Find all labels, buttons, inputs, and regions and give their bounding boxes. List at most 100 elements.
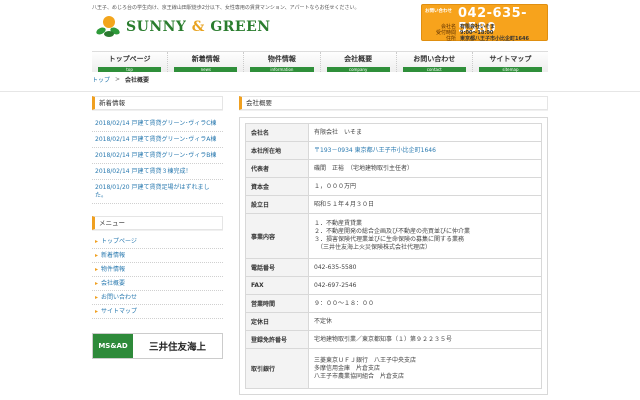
- info-row-label: 会社名: [245, 123, 309, 142]
- site-logo[interactable]: SUNNY & GREEN: [95, 16, 271, 38]
- bullet-icon: ▸: [95, 294, 99, 301]
- breadcrumb-divider: [0, 91, 640, 92]
- news-title: 戸建て賃貸グリーン･ヴィラC棟: [131, 120, 217, 127]
- contact-box: お問い合わせ 042-635-5580 会社名 有限会社いそま 受付時間 9:00～1…: [421, 4, 548, 42]
- bullet-icon: ▸: [95, 266, 99, 273]
- info-value-line: 多摩信用金庫 片倉支店: [314, 364, 381, 372]
- info-row-value: 宅地建物取引業／東京都知事（１）第９２２３５号: [308, 330, 542, 349]
- news-item[interactable]: 2018/02/14 戸建て賃貸グリーン･ヴィラA棟: [92, 132, 223, 148]
- info-row: 電話番号 042-635-5580: [245, 258, 542, 277]
- news-heading: 新着情報: [92, 96, 223, 110]
- nav-item-sublabel: company: [326, 67, 390, 72]
- company-info-table: 会社名 有限会社 いそま 本社所在地 〒193－0934 東京都八王子市小比企町164…: [245, 123, 542, 389]
- sidebar-menu-label: お問い合わせ: [101, 294, 138, 301]
- bullet-icon: ▸: [95, 238, 99, 245]
- nav-item-label: 物件情報: [267, 55, 296, 63]
- info-row-label: 資本金: [245, 177, 309, 196]
- news-item[interactable]: 2018/02/14 戸建て賃貸３棟完成！: [92, 164, 223, 180]
- nav-item-news[interactable]: 新着情報 news: [168, 52, 245, 72]
- info-row-label: 取引銀行: [245, 348, 309, 389]
- info-value-line: ９：００～１８：００: [314, 299, 375, 307]
- nav-item-sublabel: news: [174, 67, 238, 72]
- nav-item-sublabel: sitemap: [478, 67, 543, 72]
- nav-item-top[interactable]: トップページ top: [92, 52, 169, 72]
- sidebar-menu: ▸ トップページ ▸ 新着情報 ▸ 物件情報 ▸ 会社概要 ▸ お問い合わせ ▸ サイトマップ: [92, 235, 223, 319]
- info-row: 定休日 不定休: [245, 312, 542, 331]
- info-value-line: １，０００万円: [314, 182, 357, 190]
- info-value-line: ３．損害保険代理業並びに生命保険の募集に関する業務: [314, 236, 465, 243]
- news-item[interactable]: 2018/01/20 戸建て賃貸足場がはずれました。: [92, 180, 223, 204]
- info-value-line: 宅地建物取引業／東京都知事（１）第９２２３５号: [314, 335, 453, 343]
- info-row-label: 本社所在地: [245, 141, 309, 160]
- nav-item-label: トップページ: [108, 55, 151, 63]
- info-row-value: 昭和５１年４月３０日: [308, 195, 542, 214]
- breadcrumb-separator: >: [115, 76, 121, 83]
- nav-item-sitemap[interactable]: サイトマップ sitemap: [473, 52, 548, 72]
- info-value-line: ２．不動産開発の総合企画及び不動産の売買並びに仲介業: [314, 228, 471, 235]
- nav-item-label: 新着情報: [191, 55, 220, 63]
- news-date: 2018/02/14: [95, 136, 130, 143]
- insurance-banner[interactable]: MS&AD 三井住友海上: [92, 333, 223, 359]
- info-row: 資本金 １，０００万円: [245, 177, 542, 196]
- news-date: 2018/02/14: [95, 120, 130, 127]
- info-row-label: 事業内容: [245, 213, 309, 259]
- sidebar-menu-item[interactable]: ▸ 物件情報: [92, 263, 223, 277]
- info-value-line: 〒193－0934 東京都八王子市小比企町1646: [314, 146, 436, 154]
- banner-name: 三井住友海上: [148, 342, 206, 353]
- info-row-value: 042-635-5580: [308, 258, 542, 277]
- info-row-label: 営業時間: [245, 294, 309, 313]
- global-nav: トップページ top 新着情報 news 物件情報 information 会社概要 comp…: [92, 51, 548, 72]
- nav-item-sublabel: top: [98, 67, 162, 72]
- sidebar-menu-item[interactable]: ▸ 新着情報: [92, 249, 223, 263]
- news-date: 2018/02/14: [95, 168, 130, 175]
- info-row: 事業内容 １．不動産賃貸業 ２．不動産開発の総合企画及び不動産の売買並びに仲介業 ３．…: [245, 213, 542, 259]
- sidebar-menu-label: トップページ: [101, 238, 137, 245]
- nav-item-label: お問い合わせ: [413, 55, 456, 63]
- contact-label: お問い合わせ: [425, 9, 452, 14]
- sidebar-menu-item[interactable]: ▸ サイトマップ: [92, 305, 223, 319]
- nav-item-contact[interactable]: お問い合わせ contact: [397, 52, 473, 72]
- info-value-line: 042-697-2546: [314, 281, 357, 289]
- sidebar-menu-label: 会社概要: [101, 280, 126, 287]
- info-row-value: 042-697-2546: [308, 276, 542, 295]
- info-row-value: １，０００万円: [308, 177, 542, 196]
- sidebar-menu-label: 新着情報: [101, 252, 126, 259]
- info-row: 本社所在地 〒193－0934 東京都八王子市小比企町1646: [245, 141, 542, 160]
- sidebar: 新着情報 2018/02/14 戸建て賃貸グリーン･ヴィラC棟 2018/02/1…: [92, 96, 223, 359]
- info-row-value: 磯間 正裕 （宅地建物取引主任者）: [308, 159, 542, 178]
- breadcrumb-current: 会社概要: [125, 77, 150, 84]
- info-row-value: 不定休: [308, 312, 542, 331]
- info-row: 設立日 昭和５１年４月３０日: [245, 195, 542, 214]
- contact-row: 住所 東京都八王子市小比企町1646: [426, 36, 529, 42]
- bullet-icon: ▸: [95, 252, 99, 259]
- sidebar-menu-item[interactable]: ▸ 会社概要: [92, 277, 223, 291]
- info-row: 代表者 磯間 正裕 （宅地建物取引主任者）: [245, 159, 542, 178]
- sidebar-menu-item[interactable]: ▸ トップページ: [92, 235, 223, 249]
- menu-heading: メニュー: [92, 216, 223, 230]
- breadcrumb-home-link[interactable]: トップ: [92, 75, 110, 84]
- sidebar-menu-item[interactable]: ▸ お問い合わせ: [92, 291, 223, 305]
- company-info-panel: 会社名 有限会社 いそま 本社所在地 〒193－0934 東京都八王子市小比企町164…: [239, 117, 548, 395]
- news-title: 戸建て賃貸３棟完成！: [131, 168, 192, 175]
- info-value-line: 昭和５１年４月３０日: [314, 200, 375, 208]
- info-row: FAX 042-697-2546: [245, 276, 542, 295]
- info-value-line: 不定休: [314, 317, 333, 325]
- info-row: 営業時間 ９：００～１８：００: [245, 294, 542, 313]
- contact-details: 会社名 有限会社いそま 受付時間 9:00～18:00 住所 東京都八王子市小比企町164…: [426, 24, 529, 42]
- info-value-line: 042-635-5580: [314, 263, 357, 271]
- banner-mark: MS&AD: [93, 334, 133, 358]
- info-row-label: FAX: [245, 276, 309, 295]
- nav-item-label: サイトマップ: [489, 55, 532, 63]
- info-row-value: 有限会社 いそま: [308, 123, 542, 142]
- header-tagline: 八王子、めじろ台の学生向け、京王線山田駅徒歩2分以下、女性専用の賃貸マンション、…: [92, 5, 360, 11]
- logo-text: SUNNY & GREEN: [126, 19, 271, 35]
- info-row-value: ９：００～１８：００: [308, 294, 542, 313]
- nav-item-information[interactable]: 物件情報 information: [244, 52, 321, 72]
- nav-item-sublabel: contact: [402, 67, 466, 72]
- news-item[interactable]: 2018/02/14 戸建て賃貸グリーン･ヴィラC棟: [92, 116, 223, 132]
- news-item[interactable]: 2018/02/14 戸建て賃貸グリーン･ヴィラB棟: [92, 148, 223, 164]
- info-row-value[interactable]: 〒193－0934 東京都八王子市小比企町1646: [308, 141, 542, 160]
- info-row: 登録免許番号 宅地建物取引業／東京都知事（１）第９２２３５号: [245, 330, 542, 349]
- nav-item-company[interactable]: 会社概要 company: [321, 52, 397, 72]
- info-value-line: 八王子市農業協同組合 片倉支店: [314, 372, 405, 380]
